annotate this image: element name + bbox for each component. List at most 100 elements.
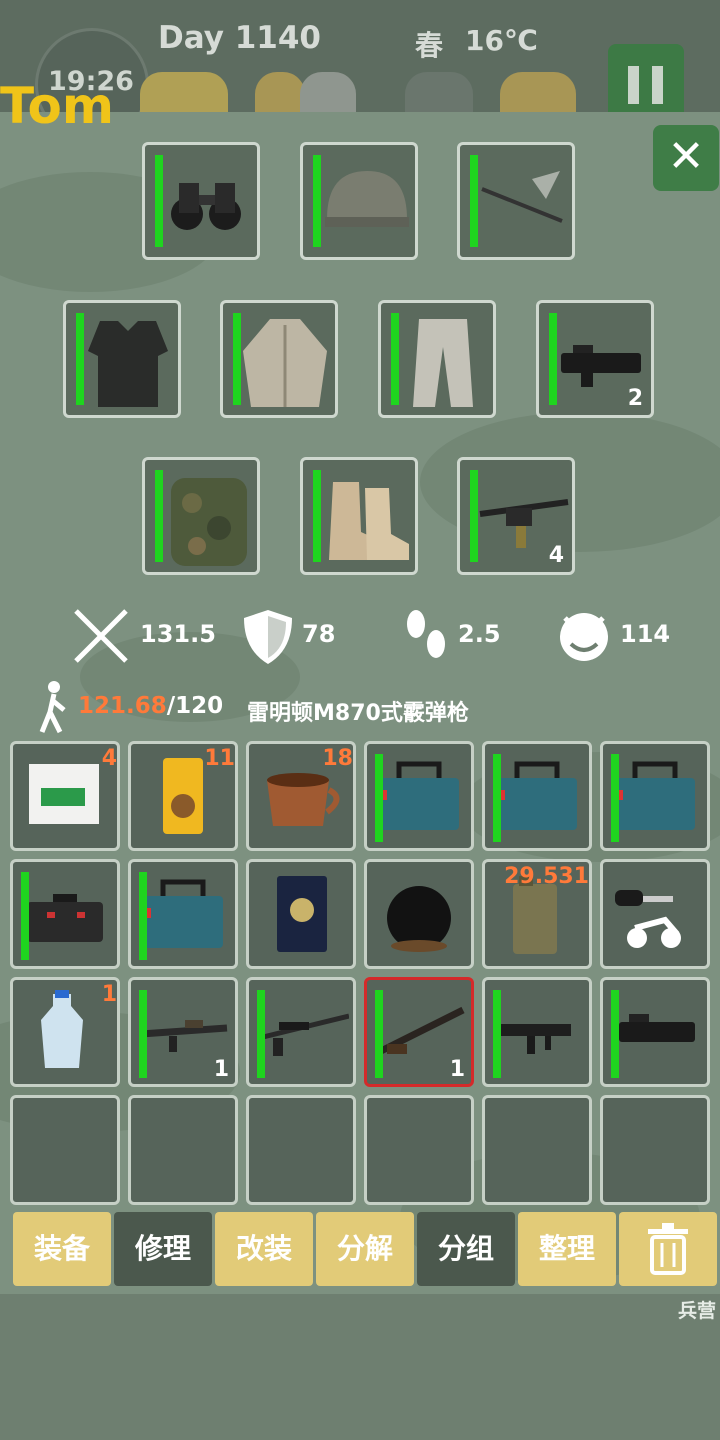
day-counter: Day 1140 — [158, 20, 321, 56]
defense-value: 78 — [302, 620, 336, 648]
equip-button[interactable]: 装备 — [13, 1212, 111, 1286]
inventory-slot[interactable] — [364, 741, 474, 851]
inventory-slot[interactable] — [482, 741, 592, 851]
equip-slot-binoculars[interactable] — [142, 142, 260, 260]
inventory-slot-empty[interactable] — [482, 1095, 592, 1205]
inventory-slot[interactable] — [246, 859, 356, 969]
repair-button[interactable]: 修理 — [114, 1212, 212, 1286]
inventory-slot[interactable] — [600, 977, 710, 1087]
item-count: 1 — [449, 1057, 465, 1082]
equip-slot-smg[interactable]: 2 — [536, 300, 654, 418]
sort-button[interactable]: 整理 — [518, 1212, 616, 1286]
equip-slot-jacket[interactable] — [220, 300, 338, 418]
toolbox-icon — [143, 879, 223, 948]
pants-icon — [413, 319, 473, 407]
inventory-slot[interactable]: 18 — [246, 741, 356, 851]
item-count: 11 — [204, 746, 235, 771]
shield-icon — [244, 610, 292, 664]
mood-icon — [500, 72, 576, 115]
disassemble-button[interactable]: 分解 — [316, 1212, 414, 1286]
durability-bar — [139, 872, 147, 960]
item-count: 18 — [322, 746, 353, 771]
speed-value: 2.5 — [458, 620, 501, 648]
slot-count: 2 — [627, 386, 643, 411]
jacket-icon — [243, 319, 327, 407]
sleep-icon — [405, 72, 473, 115]
inventory-slot[interactable] — [364, 859, 474, 969]
durability-bar — [611, 754, 619, 842]
equip-slot-machine-gun[interactable]: 4 — [457, 457, 575, 575]
player-name: Tom — [0, 77, 114, 135]
threat-value: 114 — [620, 620, 671, 648]
inventory-slot[interactable]: 11 — [128, 741, 238, 851]
equip-slot-helmet[interactable] — [300, 142, 418, 260]
carry-weight-max: /120 — [166, 693, 224, 719]
water-bottle-icon — [41, 990, 83, 1068]
attack-value: 131.5 — [140, 620, 216, 648]
spear-icon — [481, 171, 563, 223]
inventory-slot[interactable]: 29.531 — [482, 859, 592, 969]
inventory-slot[interactable] — [246, 977, 356, 1087]
compressed-food-icon — [29, 764, 99, 824]
hiker-icon — [39, 681, 66, 734]
equip-slot-spear[interactable] — [457, 142, 575, 260]
equip-slot-armor[interactable] — [63, 300, 181, 418]
carry-weight: 121.68/120 — [78, 693, 223, 719]
passport-icon — [277, 876, 327, 952]
durability-bar — [257, 990, 265, 1078]
toolbox-icon — [497, 761, 577, 830]
backpack-icon — [171, 478, 247, 566]
inventory-slot[interactable]: 1 — [10, 977, 120, 1087]
slot-count: 4 — [548, 543, 564, 568]
inventory-slot-empty[interactable] — [10, 1095, 120, 1205]
devil-face-icon — [560, 613, 608, 661]
pause-button[interactable] — [608, 44, 684, 115]
inventory-slot[interactable]: 1 — [364, 977, 474, 1087]
equip-slot-backpack[interactable] — [142, 457, 260, 575]
equip-slot-pants[interactable] — [378, 300, 496, 418]
helmet-icon — [325, 171, 409, 227]
inventory-slot-empty[interactable] — [128, 1095, 238, 1205]
trash-icon — [648, 1223, 688, 1275]
black-case-icon — [27, 894, 103, 942]
delete-button[interactable] — [619, 1212, 717, 1286]
barracks-label: 兵营 — [677, 1300, 716, 1322]
durability-bar — [375, 754, 383, 842]
item-count: 1 — [213, 1057, 229, 1082]
durability-bar — [139, 990, 147, 1078]
attack-icon — [74, 609, 128, 663]
toolbox-icon — [615, 761, 695, 830]
equip-slot-boots[interactable] — [300, 457, 418, 575]
close-button[interactable]: ✕ — [653, 125, 719, 191]
inventory-slot[interactable] — [600, 859, 710, 969]
item-count: 29.531 — [504, 864, 589, 889]
durability-bar — [611, 990, 619, 1078]
inventory-slot[interactable]: 1 — [128, 977, 238, 1087]
close-icon: ✕ — [667, 131, 705, 182]
group-button[interactable]: 分组 — [417, 1212, 515, 1286]
inventory-slot-empty[interactable] — [246, 1095, 356, 1205]
season-label: 春 — [415, 29, 444, 62]
inventory-slot[interactable]: 4 — [10, 741, 120, 851]
item-count: 1 — [101, 982, 117, 1007]
temperature-label: 16℃ — [465, 24, 538, 57]
p90-icon — [619, 1014, 695, 1042]
inventory-slot[interactable] — [600, 741, 710, 851]
mp5-icon — [499, 1024, 571, 1054]
health-icon — [300, 72, 356, 115]
toolbox-icon — [379, 761, 459, 830]
inventory-slot[interactable] — [128, 859, 238, 969]
vest-icon — [88, 321, 168, 407]
durability-bar — [21, 872, 29, 960]
durability-bar — [375, 990, 383, 1078]
durability-bar — [493, 754, 501, 842]
inventory-slot-empty[interactable] — [600, 1095, 710, 1205]
hunger-icon — [140, 72, 228, 115]
boots-icon — [329, 482, 409, 560]
durability-bar — [493, 990, 501, 1078]
inventory-slot-empty[interactable] — [364, 1095, 474, 1205]
modify-button[interactable]: 改装 — [215, 1212, 313, 1286]
inventory-slot[interactable] — [10, 859, 120, 969]
iron-ball-icon — [387, 886, 451, 952]
inventory-slot[interactable] — [482, 977, 592, 1087]
